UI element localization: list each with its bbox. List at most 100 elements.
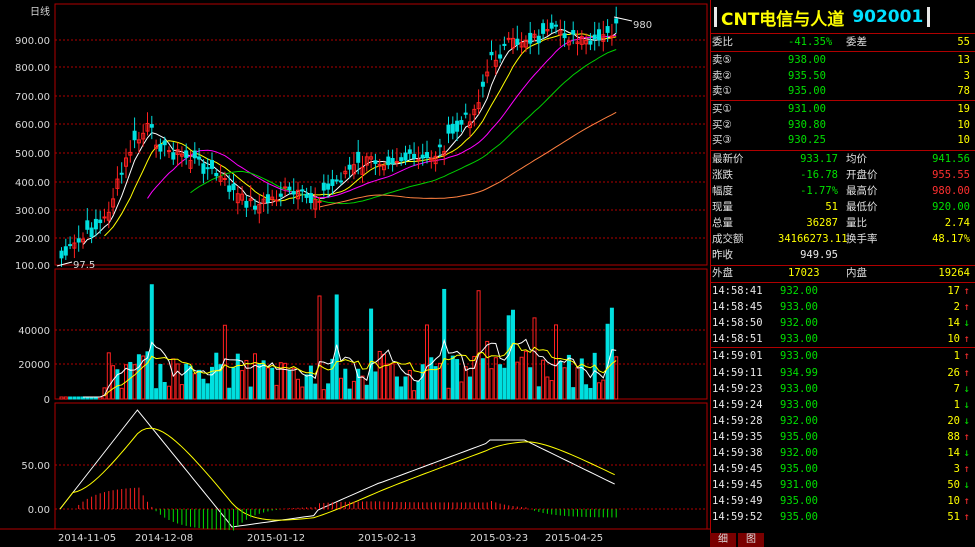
volume-bar[interactable]: [63, 396, 68, 400]
tick-row[interactable]: 14:59:24 933.00 1 ↓: [712, 398, 972, 413]
candle-body[interactable]: [562, 33, 567, 39]
candle-body[interactable]: [283, 186, 288, 189]
volume-bar[interactable]: [287, 370, 292, 400]
volume-bar[interactable]: [425, 324, 429, 400]
volume-bar[interactable]: [240, 370, 245, 400]
tick-row[interactable]: 14:59:38 932.00 14 ↓: [712, 446, 972, 461]
candle-body[interactable]: [119, 172, 124, 175]
candle-body[interactable]: [425, 152, 429, 159]
volume-bar[interactable]: [231, 367, 236, 400]
tick-row[interactable]: 14:59:35 935.00 88 ↑: [712, 430, 972, 445]
volume-bar[interactable]: [197, 369, 202, 400]
volume-bar[interactable]: [308, 365, 313, 400]
volume-bar[interactable]: [450, 355, 455, 400]
candle-body[interactable]: [386, 156, 391, 166]
candle-body[interactable]: [162, 140, 167, 146]
candle-body[interactable]: [222, 177, 227, 180]
volume-bar[interactable]: [248, 386, 253, 400]
volume-bar[interactable]: [592, 352, 597, 400]
candle-body[interactable]: [287, 186, 292, 190]
candle-body[interactable]: [244, 200, 249, 208]
volume-bar[interactable]: [420, 364, 425, 400]
candle-body[interactable]: [549, 22, 554, 29]
tick-row[interactable]: 14:59:11 934.99 26 ↑: [712, 366, 972, 381]
volume-bar[interactable]: [472, 355, 477, 400]
volume-bar[interactable]: [330, 358, 335, 400]
volume-bar[interactable]: [76, 396, 81, 400]
volume-bar[interactable]: [532, 317, 537, 400]
volume-bar[interactable]: [119, 387, 124, 400]
volume-bar[interactable]: [416, 380, 421, 400]
volume-bar[interactable]: [554, 324, 558, 400]
volume-bar[interactable]: [296, 378, 300, 400]
candle-body[interactable]: [317, 200, 322, 203]
volume-bar[interactable]: [304, 374, 309, 400]
candle-body[interactable]: [356, 151, 361, 163]
volume-bar[interactable]: [369, 308, 374, 400]
candle-body[interactable]: [416, 158, 421, 161]
volume-bar[interactable]: [541, 359, 546, 400]
volume-bar[interactable]: [360, 375, 365, 400]
candle-body[interactable]: [89, 227, 94, 238]
volume-bar[interactable]: [283, 362, 288, 400]
volume-bar[interactable]: [175, 363, 180, 400]
volume-bar[interactable]: [205, 383, 210, 400]
candle-body[interactable]: [300, 189, 305, 192]
candle-body[interactable]: [253, 205, 257, 210]
volume-bar[interactable]: [489, 368, 494, 400]
volume-bar[interactable]: [321, 389, 326, 400]
candle-body[interactable]: [407, 149, 412, 154]
volume-bar[interactable]: [601, 379, 606, 400]
volume-bar[interactable]: [558, 360, 563, 400]
volume-bar[interactable]: [463, 366, 468, 400]
volume-bar[interactable]: [575, 367, 580, 400]
candle-body[interactable]: [210, 160, 214, 169]
volume-bar[interactable]: [351, 380, 356, 400]
volume-bar[interactable]: [446, 387, 451, 400]
volume-bar[interactable]: [455, 359, 460, 400]
volume-bar[interactable]: [506, 315, 511, 400]
candle-body[interactable]: [98, 219, 103, 224]
candle-body[interactable]: [158, 143, 163, 152]
candle-body[interactable]: [597, 29, 601, 41]
candle-body[interactable]: [149, 124, 154, 128]
tab-chart[interactable]: 图: [738, 533, 764, 547]
candle-body[interactable]: [541, 23, 546, 34]
volume-bar[interactable]: [274, 384, 279, 400]
candle-body[interactable]: [321, 182, 326, 191]
volume-bar[interactable]: [214, 352, 219, 400]
candle-body[interactable]: [489, 51, 494, 56]
volume-bar[interactable]: [270, 367, 275, 400]
volume-bar[interactable]: [459, 381, 464, 400]
candle-body[interactable]: [59, 250, 64, 259]
candle-body[interactable]: [334, 179, 339, 182]
volume-bar[interactable]: [476, 290, 481, 400]
volume-bar[interactable]: [390, 363, 395, 400]
tick-row[interactable]: 14:59:52 935.00 51 ↑: [712, 510, 972, 525]
volume-bar[interactable]: [498, 364, 503, 400]
volume-bar[interactable]: [347, 388, 352, 400]
candle-body[interactable]: [308, 193, 313, 204]
candle-body[interactable]: [192, 150, 197, 159]
volume-bar[interactable]: [313, 383, 318, 400]
candle-body[interactable]: [412, 153, 417, 159]
kline-chart-area[interactable]: 日线 900.00 800.00 700.00 600.00 500.00 400.00 30…: [0, 0, 710, 547]
volume-bar[interactable]: [171, 358, 176, 400]
volume-bar[interactable]: [72, 396, 77, 400]
volume-bar[interactable]: [523, 350, 528, 400]
volume-bar[interactable]: [597, 382, 601, 400]
volume-bar[interactable]: [59, 396, 64, 400]
volume-bar[interactable]: [179, 384, 184, 400]
volume-bar[interactable]: [201, 378, 206, 400]
candle-body[interactable]: [528, 32, 533, 44]
volume-bar[interactable]: [502, 367, 507, 400]
candle-body[interactable]: [373, 160, 378, 164]
candle-body[interactable]: [459, 120, 464, 125]
candle-body[interactable]: [446, 124, 451, 134]
candle-body[interactable]: [102, 216, 107, 219]
volume-bar[interactable]: [545, 376, 550, 400]
candle-body[interactable]: [132, 130, 137, 141]
candle-body[interactable]: [437, 144, 442, 148]
candle-body[interactable]: [498, 54, 503, 59]
volume-bar[interactable]: [300, 386, 305, 400]
